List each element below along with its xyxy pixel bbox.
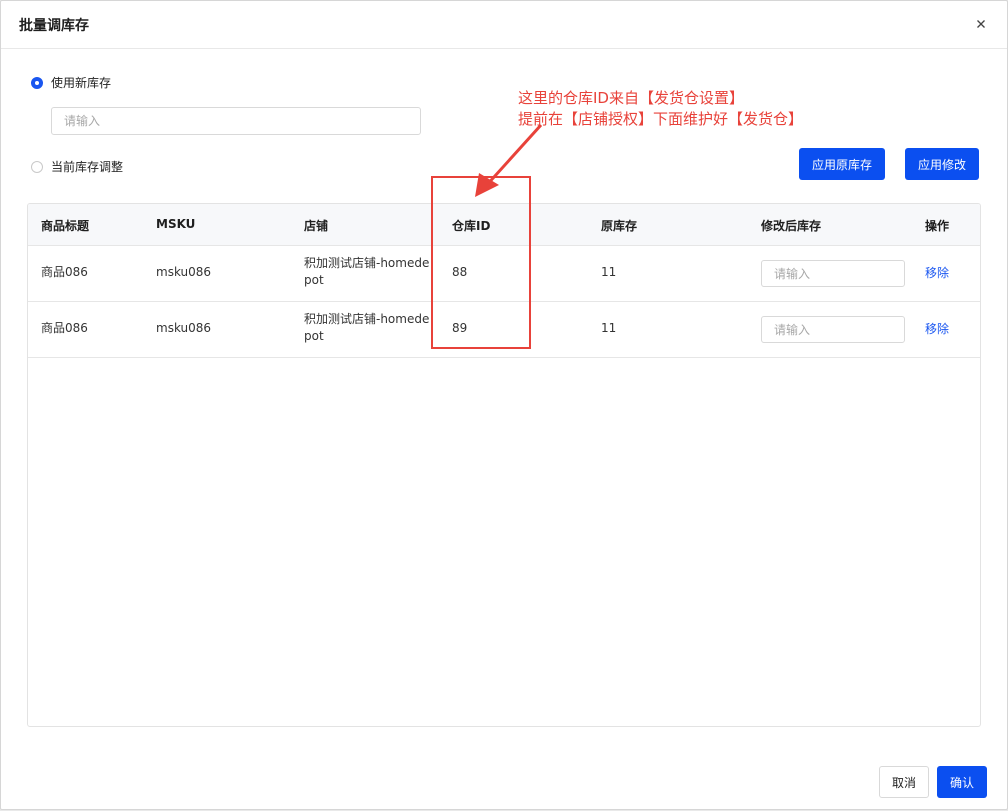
cell-title: 商品086 (41, 265, 88, 279)
radio-checked-icon (31, 76, 43, 89)
cell-msku: msku086 (156, 321, 212, 335)
column-header-original-stock: 原库存 (601, 219, 638, 233)
new-stock-input[interactable] (51, 107, 421, 135)
cell-warehouse-id: 88 (452, 265, 468, 279)
cell-msku: msku086 (156, 265, 212, 279)
annotation-note: 这里的仓库ID来自【发货仓设置】 提前在【店铺授权】下面维护好【发货仓】 (518, 88, 803, 130)
column-header-store: 店铺 (304, 219, 329, 233)
cell-store: 积加测试店铺-homedepot (304, 312, 430, 343)
column-header-warehouse-id: 仓库ID (452, 219, 491, 233)
radio-unchecked-icon (31, 160, 43, 173)
dialog-header: 批量调库存 (1, 1, 1007, 49)
table-header: 商品标题 MSKU 店铺 仓库ID 原库存 修改后库存 操作 (28, 204, 980, 246)
cancel-button[interactable]: 取消 (879, 766, 929, 798)
annotation-line-1: 这里的仓库ID来自【发货仓设置】 (518, 89, 744, 107)
column-header-action: 操作 (925, 219, 950, 233)
close-button[interactable] (971, 14, 991, 34)
radio-current-stock-adjust[interactable]: 当前库存调整 (31, 158, 123, 175)
cell-original-stock: 11 (601, 321, 617, 335)
remove-link[interactable]: 移除 (925, 320, 949, 337)
new-stock-row-input[interactable] (761, 260, 905, 287)
table-row: 商品086 msku086 积加测试店铺-homedepot 88 11 移除 (28, 246, 980, 302)
confirm-button[interactable]: 确认 (937, 766, 987, 798)
cell-original-stock: 11 (601, 265, 617, 279)
new-stock-row-input[interactable] (761, 316, 905, 343)
apply-changes-button[interactable]: 应用修改 (905, 148, 979, 180)
radio-use-new-stock[interactable]: 使用新库存 (31, 74, 111, 91)
radio-label: 使用新库存 (51, 76, 112, 90)
stock-table: 商品标题 MSKU 店铺 仓库ID 原库存 修改后库存 操作 商品086 msk… (27, 203, 981, 727)
remove-link[interactable]: 移除 (925, 264, 949, 281)
annotation-line-2: 提前在【店铺授权】下面维护好【发货仓】 (518, 110, 804, 128)
batch-stock-dialog: 批量调库存 使用新库存 当前库存调整 应用原库存 应用修改 这里的仓库ID来自【… (0, 0, 1008, 810)
cell-title: 商品086 (41, 321, 88, 335)
radio-label: 当前库存调整 (51, 160, 124, 174)
dialog-title: 批量调库存 (19, 18, 89, 34)
apply-original-stock-button[interactable]: 应用原库存 (799, 148, 885, 180)
column-header-new-stock: 修改后库存 (761, 219, 822, 233)
column-header-title: 商品标题 (41, 219, 90, 233)
table-row: 商品086 msku086 积加测试店铺-homedepot 89 11 移除 (28, 302, 980, 358)
close-icon (977, 20, 985, 28)
cell-store: 积加测试店铺-homedepot (304, 256, 430, 287)
column-header-msku: MSKU (156, 217, 196, 231)
cell-warehouse-id: 89 (452, 321, 468, 335)
